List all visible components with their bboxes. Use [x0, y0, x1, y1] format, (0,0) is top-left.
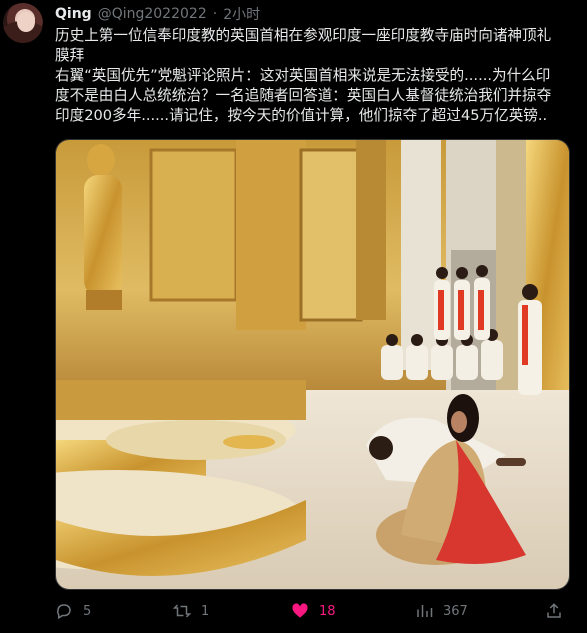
retweet-button[interactable]: 1 [173, 598, 209, 624]
tweet-text: 历史上第一位信奉印度教的英国首相在参观印度一座印度教寺庙时向诸神顶礼 膜拜 右翼… [55, 26, 580, 126]
reply-button[interactable]: 5 [55, 598, 91, 624]
share-icon [547, 603, 561, 618]
retweet-icon [173, 604, 191, 618]
tweet-header: Qing @Qing2022022 · 2小时 [55, 4, 260, 24]
temple-photo [56, 140, 569, 589]
tweet-photo[interactable] [55, 139, 570, 590]
tweet[interactable]: Qing @Qing2022022 · 2小时 历史上第一位信奉印度教的英国首相… [0, 0, 587, 633]
views-count: 367 [443, 603, 468, 619]
tweet-text-line: 历史上第一位信奉印度教的英国首相在参观印度一座印度教寺庙时向诸神顶礼 [55, 27, 552, 44]
like-count: 18 [319, 603, 336, 619]
heart-icon [292, 603, 308, 618]
like-button[interactable]: 18 [291, 598, 336, 624]
tweet-actions: 5 1 18 367 [55, 598, 570, 624]
avatar-face [17, 12, 35, 32]
tweet-text-line: 印度200多年......请记住，按今天的价值计算，他们掠夺了超过45万亿英镑.… [55, 107, 548, 124]
retweet-count: 1 [201, 603, 210, 619]
reply-icon [57, 604, 71, 620]
tweet-text-line: 右翼“英国优先”党魁评论照片：这对英国首相来说是无法接受的......为什么印 [55, 67, 551, 84]
author-handle[interactable]: @Qing2022022 [98, 6, 207, 22]
share-button[interactable] [545, 598, 563, 624]
views-icon [417, 605, 433, 617]
tweet-text-line: 度不是由白人总统统治？一名追随者回答道：英国白人基督徒统治我们并掠夺 [55, 87, 552, 104]
avatar[interactable] [3, 3, 43, 43]
separator-dot: · [212, 6, 218, 22]
tweet-timestamp[interactable]: 2小时 [223, 4, 260, 24]
author-name[interactable]: Qing [55, 6, 92, 22]
views-button[interactable]: 367 [415, 598, 468, 624]
reply-count: 5 [83, 603, 92, 619]
tweet-text-line: 膜拜 [55, 47, 85, 64]
